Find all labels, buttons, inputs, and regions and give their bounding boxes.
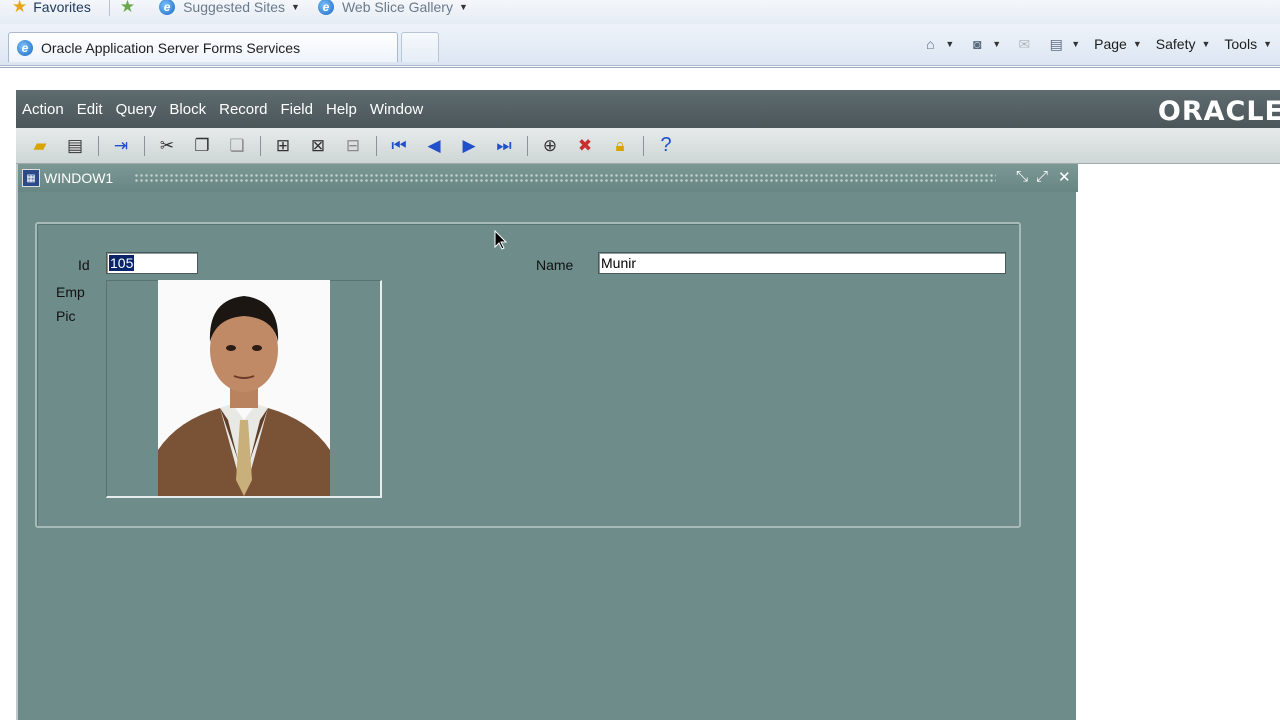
- menu-help[interactable]: Help: [326, 101, 357, 118]
- safety-menu[interactable]: Safety ▼: [1156, 36, 1211, 52]
- insert-record-icon[interactable]: ⊕: [536, 132, 564, 160]
- title-bar-texture: [134, 173, 996, 183]
- add-favorites-button[interactable]: ★: [120, 0, 141, 17]
- forms-window: ▦ WINDOW1 ⤡ ⤢ ✕ Id 105 Name Munir Emp Pi…: [16, 164, 1078, 720]
- cancel-query-icon[interactable]: ⊟: [339, 132, 367, 160]
- print-button[interactable]: ▤ ▼: [1047, 35, 1081, 52]
- chevron-down-icon: ▼: [945, 39, 955, 49]
- safety-menu-label: Safety: [1155, 36, 1196, 52]
- printer-icon: ▤: [1049, 35, 1063, 52]
- previous-record-icon[interactable]: ◀: [420, 132, 448, 160]
- chevron-down-icon: ▼: [992, 39, 1002, 49]
- oracle-logo: ORACLE: [1157, 96, 1280, 127]
- window-title-bar[interactable]: ▦ WINDOW1 ⤡ ⤢ ✕: [18, 164, 1078, 192]
- web-slice-gallery-label: Web Slice Gallery: [341, 0, 453, 15]
- execute-query-icon[interactable]: ⊠: [304, 132, 332, 160]
- ie-logo-icon: e: [17, 39, 33, 56]
- window-app-icon: ▦: [22, 169, 40, 187]
- ie-logo-icon: e: [317, 0, 334, 15]
- name-field[interactable]: Munir: [598, 252, 1006, 274]
- toolbar-separator: [98, 135, 99, 156]
- favorites-button[interactable]: ★ Favorites: [12, 0, 91, 17]
- mail-icon: ✉: [1018, 35, 1031, 52]
- menu-query[interactable]: Query: [116, 101, 157, 118]
- toolbar-separator: [376, 135, 377, 156]
- add-favorite-star-icon: ★: [119, 0, 136, 16]
- menu-window[interactable]: Window: [370, 101, 423, 118]
- next-block-icon[interactable]: ⏭: [490, 132, 518, 160]
- home-icon: ⌂: [926, 36, 935, 52]
- menu-block[interactable]: Block: [169, 101, 206, 118]
- toolbar-separator: [144, 135, 145, 156]
- home-button[interactable]: ⌂ ▼: [921, 36, 954, 52]
- id-value: 105: [109, 255, 135, 271]
- copy-icon[interactable]: ❐: [188, 132, 216, 160]
- chevron-down-icon: ▼: [1201, 39, 1211, 49]
- next-record-icon[interactable]: ▶: [455, 132, 483, 160]
- mouse-cursor-icon: [494, 230, 508, 250]
- menu-field[interactable]: Field: [280, 101, 313, 118]
- enter-query-icon[interactable]: ⊞: [269, 132, 297, 160]
- minimize-icon[interactable]: ⤡: [1016, 168, 1028, 185]
- name-label: Name: [536, 257, 574, 273]
- lock-record-icon[interactable]: 🔒︎: [606, 132, 634, 160]
- paste-icon[interactable]: ❏: [223, 132, 251, 160]
- new-tab-button[interactable]: [401, 32, 439, 62]
- menu-record[interactable]: Record: [219, 101, 267, 118]
- page-menu[interactable]: Page ▼: [1094, 36, 1142, 52]
- employee-photo: [158, 280, 330, 496]
- ie-logo-icon: e: [159, 0, 176, 15]
- command-bar: ⌂ ▼ ◙ ▼ ✉ ▤ ▼ Page ▼ Safety ▼ Tools ▼: [907, 32, 1272, 56]
- window-title: WINDOW1: [44, 170, 114, 186]
- toolbar-separator: [643, 135, 644, 156]
- save-icon[interactable]: ▰: [26, 132, 54, 160]
- chevron-down-icon: ▼: [458, 2, 468, 12]
- read-mail-button[interactable]: ✉: [1015, 36, 1033, 52]
- tools-menu[interactable]: Tools ▼: [1224, 36, 1272, 52]
- id-field[interactable]: 105: [106, 252, 198, 274]
- employee-photo-image: [158, 280, 330, 496]
- tab-title: Oracle Application Server Forms Services: [41, 39, 301, 56]
- help-icon[interactable]: ?: [652, 132, 680, 160]
- feeds-button[interactable]: ◙ ▼: [968, 36, 1001, 52]
- favorites-bar: ★ Favorites ★ e Suggested Sites ▼ e Web …: [0, 0, 1280, 24]
- print-icon[interactable]: ▤: [61, 132, 89, 160]
- menu-edit[interactable]: Edit: [77, 101, 103, 118]
- menu-action[interactable]: Action: [22, 101, 64, 118]
- chevron-down-icon: ▼: [1071, 39, 1081, 49]
- tools-menu-label: Tools: [1224, 36, 1258, 52]
- chevron-down-icon: ▼: [1132, 39, 1142, 49]
- cut-icon[interactable]: ✂: [153, 132, 181, 160]
- toolbar-separator: [527, 135, 528, 156]
- forms-toolbar: ▰ ▤ ⇥ ✂ ❐ ❏ ⊞ ⊠ ⊟ ⏮ ◀ ▶ ⏭ ⊕ ✖ 🔒︎ ?: [16, 128, 1280, 164]
- emp-pic-label-line2: Pic: [56, 308, 76, 324]
- oracle-forms-applet: Action Edit Query Block Record Field Hel…: [16, 90, 1280, 720]
- toolbar-separator: [108, 0, 110, 16]
- chevron-down-icon: ▼: [1263, 39, 1272, 49]
- page-menu-label: Page: [1094, 36, 1127, 52]
- suggested-sites-label: Suggested Sites: [183, 0, 286, 15]
- rss-feed-icon: ◙: [973, 36, 982, 52]
- name-value: Munir: [601, 255, 637, 271]
- close-icon[interactable]: ✕: [1058, 168, 1071, 186]
- previous-block-icon[interactable]: ⏮: [385, 132, 413, 160]
- tab-bar: e Oracle Application Server Forms Servic…: [0, 24, 1280, 66]
- exit-icon[interactable]: ⇥: [107, 132, 135, 160]
- web-slice-gallery-link[interactable]: e Web Slice Gallery ▼: [317, 0, 468, 15]
- toolbar-separator: [260, 135, 261, 156]
- browser-tab-active[interactable]: e Oracle Application Server Forms Servic…: [8, 32, 398, 62]
- maximize-icon[interactable]: ⤢: [1036, 168, 1048, 185]
- favorites-label: Favorites: [33, 0, 91, 15]
- forms-menu-bar: Action Edit Query Block Record Field Hel…: [16, 90, 1280, 128]
- suggested-sites-link[interactable]: e Suggested Sites ▼: [159, 0, 300, 15]
- delete-record-icon[interactable]: ✖: [571, 132, 599, 160]
- id-label: Id: [78, 257, 90, 273]
- star-icon: ★: [12, 0, 28, 16]
- chevron-down-icon: ▼: [291, 2, 300, 12]
- emp-pic-label-line1: Emp: [56, 284, 85, 300]
